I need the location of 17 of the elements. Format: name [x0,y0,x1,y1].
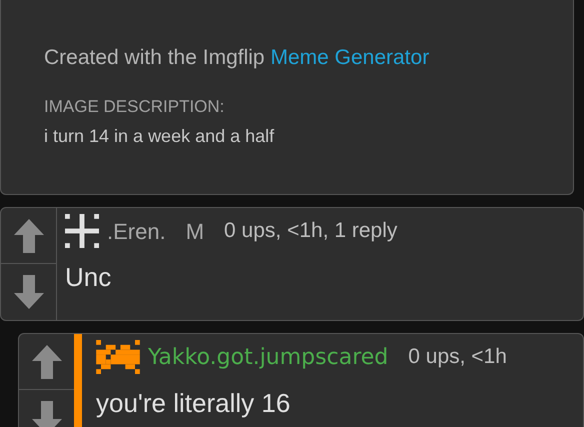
user-flair-label: M [186,218,204,246]
username-link[interactable]: .Eren. [107,214,166,248]
credit-text: Created with the Imgflip Meme Generator [44,45,430,71]
pixel-avatar-icon [65,214,99,248]
comment-text: you're literally 16 [96,387,292,420]
down-arrow-icon [32,401,62,427]
up-arrow-icon [32,344,62,378]
pixel-avatar-icon [96,340,140,374]
comment-meta: 0 ups, <1h [408,344,507,370]
image-description: i turn 14 in a week and a half [44,125,276,148]
comment-text: Unc [65,261,112,294]
up-arrow-icon [14,218,44,252]
meme-generator-link[interactable]: Meme Generator [270,46,430,69]
comment-meta: 0 ups, <1h, 1 reply [224,218,398,244]
username-link[interactable]: Yakko.got.jumpscared [148,340,388,374]
down-arrow-icon [14,275,44,309]
description-label: IMAGE DESCRIPTION: [44,96,226,118]
